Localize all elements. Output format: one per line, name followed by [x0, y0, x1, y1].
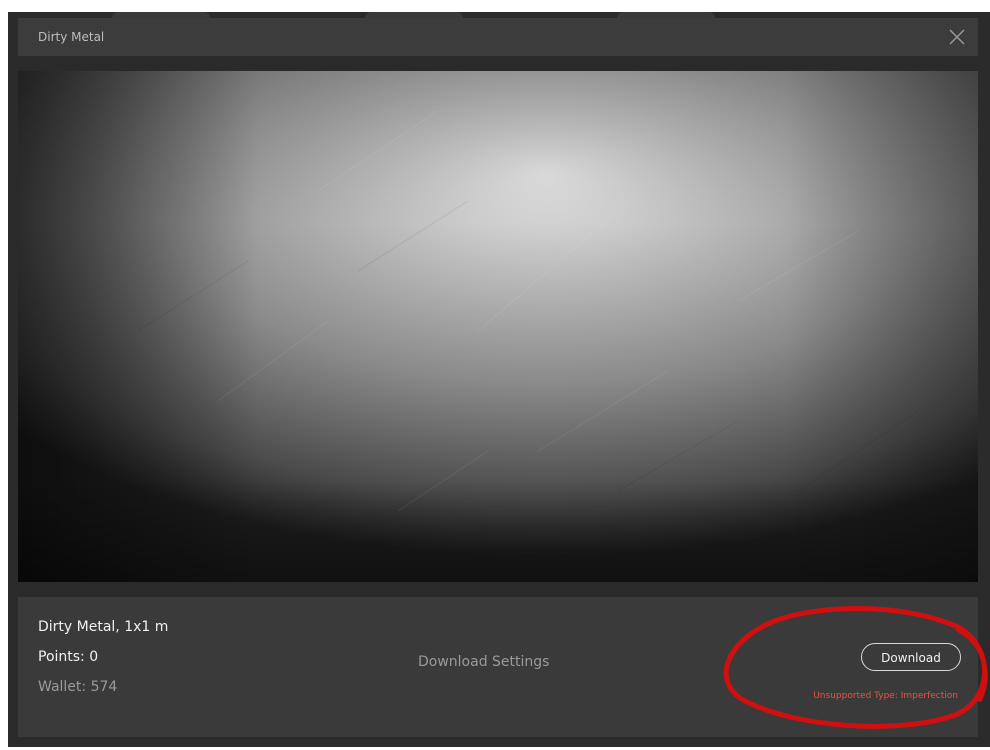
download-settings-link[interactable]: Download Settings [418, 654, 549, 670]
download-button[interactable]: Download [861, 643, 961, 671]
unsupported-type-message: Unsupported Type: Imperfection [813, 691, 958, 701]
asset-name-size: Dirty Metal, 1x1 m [38, 619, 169, 635]
wallet-value: Wallet: 574 [38, 679, 118, 695]
asset-preview-dialog: Dirty Metal Dirty Metal, 1x1 m Points: 0… [18, 18, 978, 737]
preview-frame [18, 56, 978, 597]
close-icon[interactable] [948, 28, 966, 46]
texture-preview-image [18, 71, 978, 582]
dialog-title: Dirty Metal [38, 30, 105, 44]
dialog-titlebar: Dirty Metal [18, 18, 978, 56]
points-value: Points: 0 [38, 649, 99, 665]
